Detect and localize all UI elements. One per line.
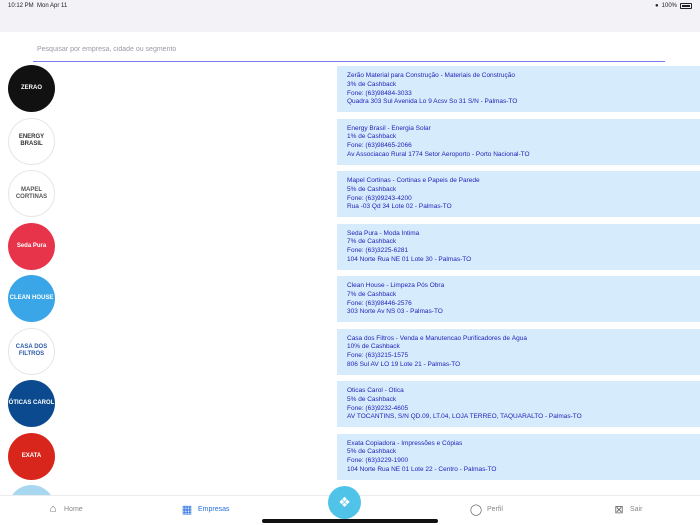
company-line2: 5% de Cashback bbox=[347, 185, 397, 193]
tab-empresas[interactable]: ▦ Empresas bbox=[181, 503, 230, 516]
company-logo-text: EXATA bbox=[21, 452, 42, 459]
company-line3: Fone: (63)9232-4605 bbox=[347, 404, 409, 412]
company-line2: 7% de Cashback bbox=[347, 238, 397, 246]
company-logo-text: Seda Pura bbox=[16, 242, 47, 249]
company-card[interactable]: Energy Brasil - Energia Solar 1% de Cashb… bbox=[337, 118, 700, 165]
company-line1: Exata Copiadora - Impressões e Cópias bbox=[347, 439, 463, 447]
company-logo: Seda Pura bbox=[8, 222, 55, 270]
company-logo: ÓTICAS CAROL bbox=[8, 380, 55, 427]
company-line3: Fone: (63)3225-6281 bbox=[347, 247, 409, 255]
tab-sair-label: Sair bbox=[630, 505, 643, 513]
company-logo: CASA DOS FILTROS bbox=[8, 327, 55, 375]
company-row[interactable]: CASA DOS FILTROS Casa dos Filtros - Venda… bbox=[0, 327, 700, 377]
company-line1: Seda Pura - Moda Íntima bbox=[347, 229, 420, 237]
company-row[interactable]: EXATA Exata Copiadora - Impressões e Cópi… bbox=[0, 432, 700, 482]
company-line4: 104 Norte Rua NE 01 Lote 22 - Centro - P… bbox=[347, 465, 497, 473]
company-line4: Av Associacao Rural 1774 Setor Aeroporto… bbox=[347, 150, 530, 158]
battery-icon bbox=[680, 3, 692, 9]
company-line1: Energy Brasil - Energia Solar bbox=[347, 124, 431, 132]
company-logo-text: ZERAO bbox=[21, 85, 42, 92]
company-line4: Quadra 303 Sul Avenida Lo 9 Acsv So 31 S… bbox=[347, 98, 518, 106]
company-line3: Fone: (63)3215-1575 bbox=[347, 352, 409, 360]
company-line1: Clean House - Limpeza Pós Obra bbox=[347, 282, 445, 289]
company-line4: Rua -03 Qd 34 Lote 02 - Palmas-TO bbox=[347, 203, 452, 211]
building-icon: ▦ bbox=[181, 503, 193, 516]
company-line4: 303 Norte Av NS 03 - Palmas-TO bbox=[347, 308, 443, 316]
company-row[interactable]: Seda Pura Seda Pura - Moda Íntima 7% de Ca… bbox=[0, 222, 700, 272]
company-card[interactable]: Zerão Material para Construção - Materia… bbox=[337, 66, 700, 112]
wifi-icon: ● bbox=[655, 3, 659, 9]
tab-perfil[interactable]: ◯ Perfil bbox=[469, 503, 503, 516]
company-line2: 10% de Cashback bbox=[347, 343, 400, 351]
company-row[interactable]: ZERAO Zerão Material para Construção - Ma… bbox=[0, 64, 700, 114]
company-line2: 7% de Cashback bbox=[347, 290, 397, 298]
company-logo-text: CASA DOS FILTROS bbox=[15, 344, 48, 357]
company-list[interactable]: ZERAO Zerão Material para Construção - Ma… bbox=[0, 64, 700, 495]
status-right: ● 100% bbox=[655, 3, 692, 9]
company-line3: Fone: (63)98484-3033 bbox=[347, 89, 412, 97]
company-logo-text: CLEAN HOUSE bbox=[9, 295, 54, 302]
company-line1: Mapel Cortinas - Cortinas e Papeis de Pa… bbox=[347, 177, 480, 184]
status-bar: 10:12 PM Mon Apr 11 ● 100% bbox=[0, 0, 700, 12]
company-line1: Zerão Material para Construção - Materia… bbox=[347, 72, 515, 79]
company-row[interactable]: ENERGY BRASIL Energy Brasil - Energia Sol… bbox=[0, 117, 700, 167]
tab-sair[interactable]: ⊠ Sair bbox=[613, 503, 643, 516]
company-line2: 5% de Cashback bbox=[347, 395, 397, 403]
company-card[interactable]: Clean House - Limpeza Pós Obra 7% de Cash… bbox=[337, 276, 700, 322]
company-row[interactable]: CLEAN HOUSE Clean House - Limpeza Pós Obr… bbox=[0, 274, 700, 324]
company-card[interactable]: Óticas Carol - Ótica 5% de Cashback Fone: … bbox=[337, 381, 700, 427]
company-logo bbox=[8, 485, 55, 495]
tab-empresas-label: Empresas bbox=[198, 505, 230, 513]
company-logo: ZERAO bbox=[8, 65, 55, 112]
company-logo: EXATA bbox=[8, 432, 55, 480]
person-icon: ◯ bbox=[469, 503, 483, 516]
company-logo-text: MAPEL CORTINAS bbox=[15, 186, 48, 200]
company-line3: Fone: (63)99243-4200 bbox=[347, 194, 412, 202]
company-line2: 1% de Cashback bbox=[347, 133, 397, 141]
company-logo-text: ÓTICAS CAROL bbox=[8, 400, 55, 407]
company-line4: AV TOCANTINS, S/N QD.09, LT.04, LOJA TER… bbox=[347, 413, 582, 421]
company-line1: Óticas Carol - Ótica bbox=[347, 387, 404, 394]
company-card[interactable]: Exata Copiadora - Impressões e Cópias 5% … bbox=[337, 433, 700, 480]
company-line3: Fone: (63)98446-2576 bbox=[347, 299, 412, 307]
company-line3: Fone: (63)98465-2066 bbox=[347, 142, 412, 150]
company-line1: Casa dos Filtros - Venda e Manutencao Pu… bbox=[347, 334, 527, 342]
tab-home-label: Home bbox=[64, 505, 83, 513]
tab-perfil-label: Perfil bbox=[487, 505, 503, 513]
company-line4: 104 Norte Rua NE 01 Lote 30 - Palmas-TO bbox=[347, 255, 472, 263]
company-row[interactable]: ÓTICAS CAROL Óticas Carol - Ótica 5% de Ca… bbox=[0, 379, 700, 429]
battery-percent: 100% bbox=[661, 3, 677, 9]
close-box-icon: ⊠ bbox=[614, 503, 624, 516]
company-logo: MAPEL CORTINAS bbox=[8, 170, 55, 217]
company-line2: 3% de Cashback bbox=[347, 80, 397, 88]
company-line4: 806 Sul AV LO 19 Lote 21 - Palmas-TO bbox=[347, 360, 461, 368]
company-line3: Fone: (63)3229-1900 bbox=[347, 457, 409, 465]
company-logo-text: ENERGY BRASIL bbox=[18, 134, 45, 147]
company-logo: ENERGY BRASIL bbox=[8, 117, 55, 165]
company-row[interactable]: MAPEL CORTINAS Mapel Cortinas - Cortinas … bbox=[0, 169, 700, 219]
scan-button[interactable]: ❖ bbox=[328, 486, 361, 519]
company-logo: CLEAN HOUSE bbox=[8, 275, 55, 322]
company-card[interactable]: Seda Pura - Moda Íntima 7% de Cashback Fon… bbox=[337, 223, 700, 270]
company-card[interactable]: Mapel Cortinas - Cortinas e Papeis de Pa… bbox=[337, 171, 700, 217]
search-input[interactable] bbox=[33, 38, 665, 62]
home-indicator bbox=[262, 519, 438, 523]
status-time: 10:12 PM Mon Apr 11 bbox=[8, 3, 68, 9]
qr-scan-icon: ❖ bbox=[338, 494, 351, 510]
navigation-bar bbox=[0, 12, 700, 32]
company-line2: 5% de Cashback bbox=[347, 448, 397, 456]
home-icon: ⌂ bbox=[49, 503, 57, 515]
tab-home[interactable]: ⌂ Home bbox=[47, 503, 83, 515]
company-card[interactable]: Casa dos Filtros - Venda e Manutencao Pu… bbox=[337, 328, 700, 375]
